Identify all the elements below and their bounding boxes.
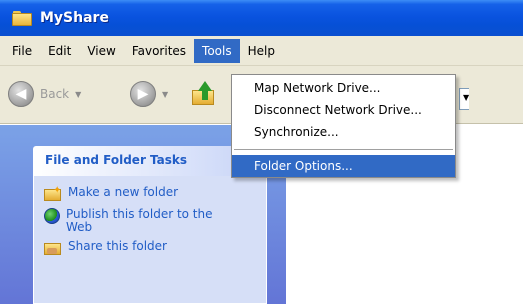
title-bar: MyShare	[0, 0, 523, 36]
back-dropdown-icon[interactable]: ▼	[75, 90, 81, 99]
menu-item-folder-options[interactable]: Folder Options...	[232, 155, 455, 177]
task-share-folder[interactable]: Share this folder	[44, 240, 256, 256]
back-arrow-icon: ◀	[8, 81, 34, 107]
menu-item-map-network-drive[interactable]: Map Network Drive...	[232, 77, 455, 99]
menu-item-synchronize[interactable]: Synchronize...	[232, 121, 455, 143]
folder-icon	[12, 10, 32, 26]
window-title: MyShare	[40, 10, 109, 26]
menu-separator	[234, 149, 453, 150]
task-label: Make a new folder	[68, 185, 179, 199]
task-list: ✦ Make a new folder Publish this folder …	[33, 176, 267, 304]
task-label: Publish this folder to the Web	[66, 207, 213, 234]
menu-bar: File Edit View Favorites Tools Help	[0, 36, 523, 66]
back-button[interactable]: ◀ Back ▼	[8, 81, 81, 107]
menu-tools[interactable]: Tools	[194, 38, 240, 63]
menu-file[interactable]: File	[4, 39, 40, 63]
task-publish-folder[interactable]: Publish this folder to the Web	[44, 208, 256, 234]
task-make-new-folder[interactable]: ✦ Make a new folder	[44, 185, 256, 202]
folder-up-icon	[190, 81, 214, 107]
forward-button[interactable]: ▶ ▼	[130, 81, 168, 107]
forward-arrow-icon: ▶	[130, 81, 156, 107]
tools-menu: Map Network Drive... Disconnect Network …	[231, 74, 456, 178]
globe-icon	[44, 208, 60, 224]
menu-help[interactable]: Help	[240, 39, 283, 63]
menu-item-disconnect-network-drive[interactable]: Disconnect Network Drive...	[232, 99, 455, 121]
up-button[interactable]	[190, 81, 214, 107]
menu-view[interactable]: View	[79, 39, 123, 63]
address-dropdown-icon[interactable]: ▼	[463, 93, 469, 102]
forward-dropdown-icon[interactable]: ▼	[162, 90, 168, 99]
back-label: Back	[40, 87, 70, 101]
new-folder-icon: ✦	[44, 185, 62, 202]
menu-favorites[interactable]: Favorites	[124, 39, 194, 63]
task-label: Share this folder	[68, 239, 167, 253]
share-folder-icon	[44, 240, 62, 256]
menu-edit[interactable]: Edit	[40, 39, 79, 63]
